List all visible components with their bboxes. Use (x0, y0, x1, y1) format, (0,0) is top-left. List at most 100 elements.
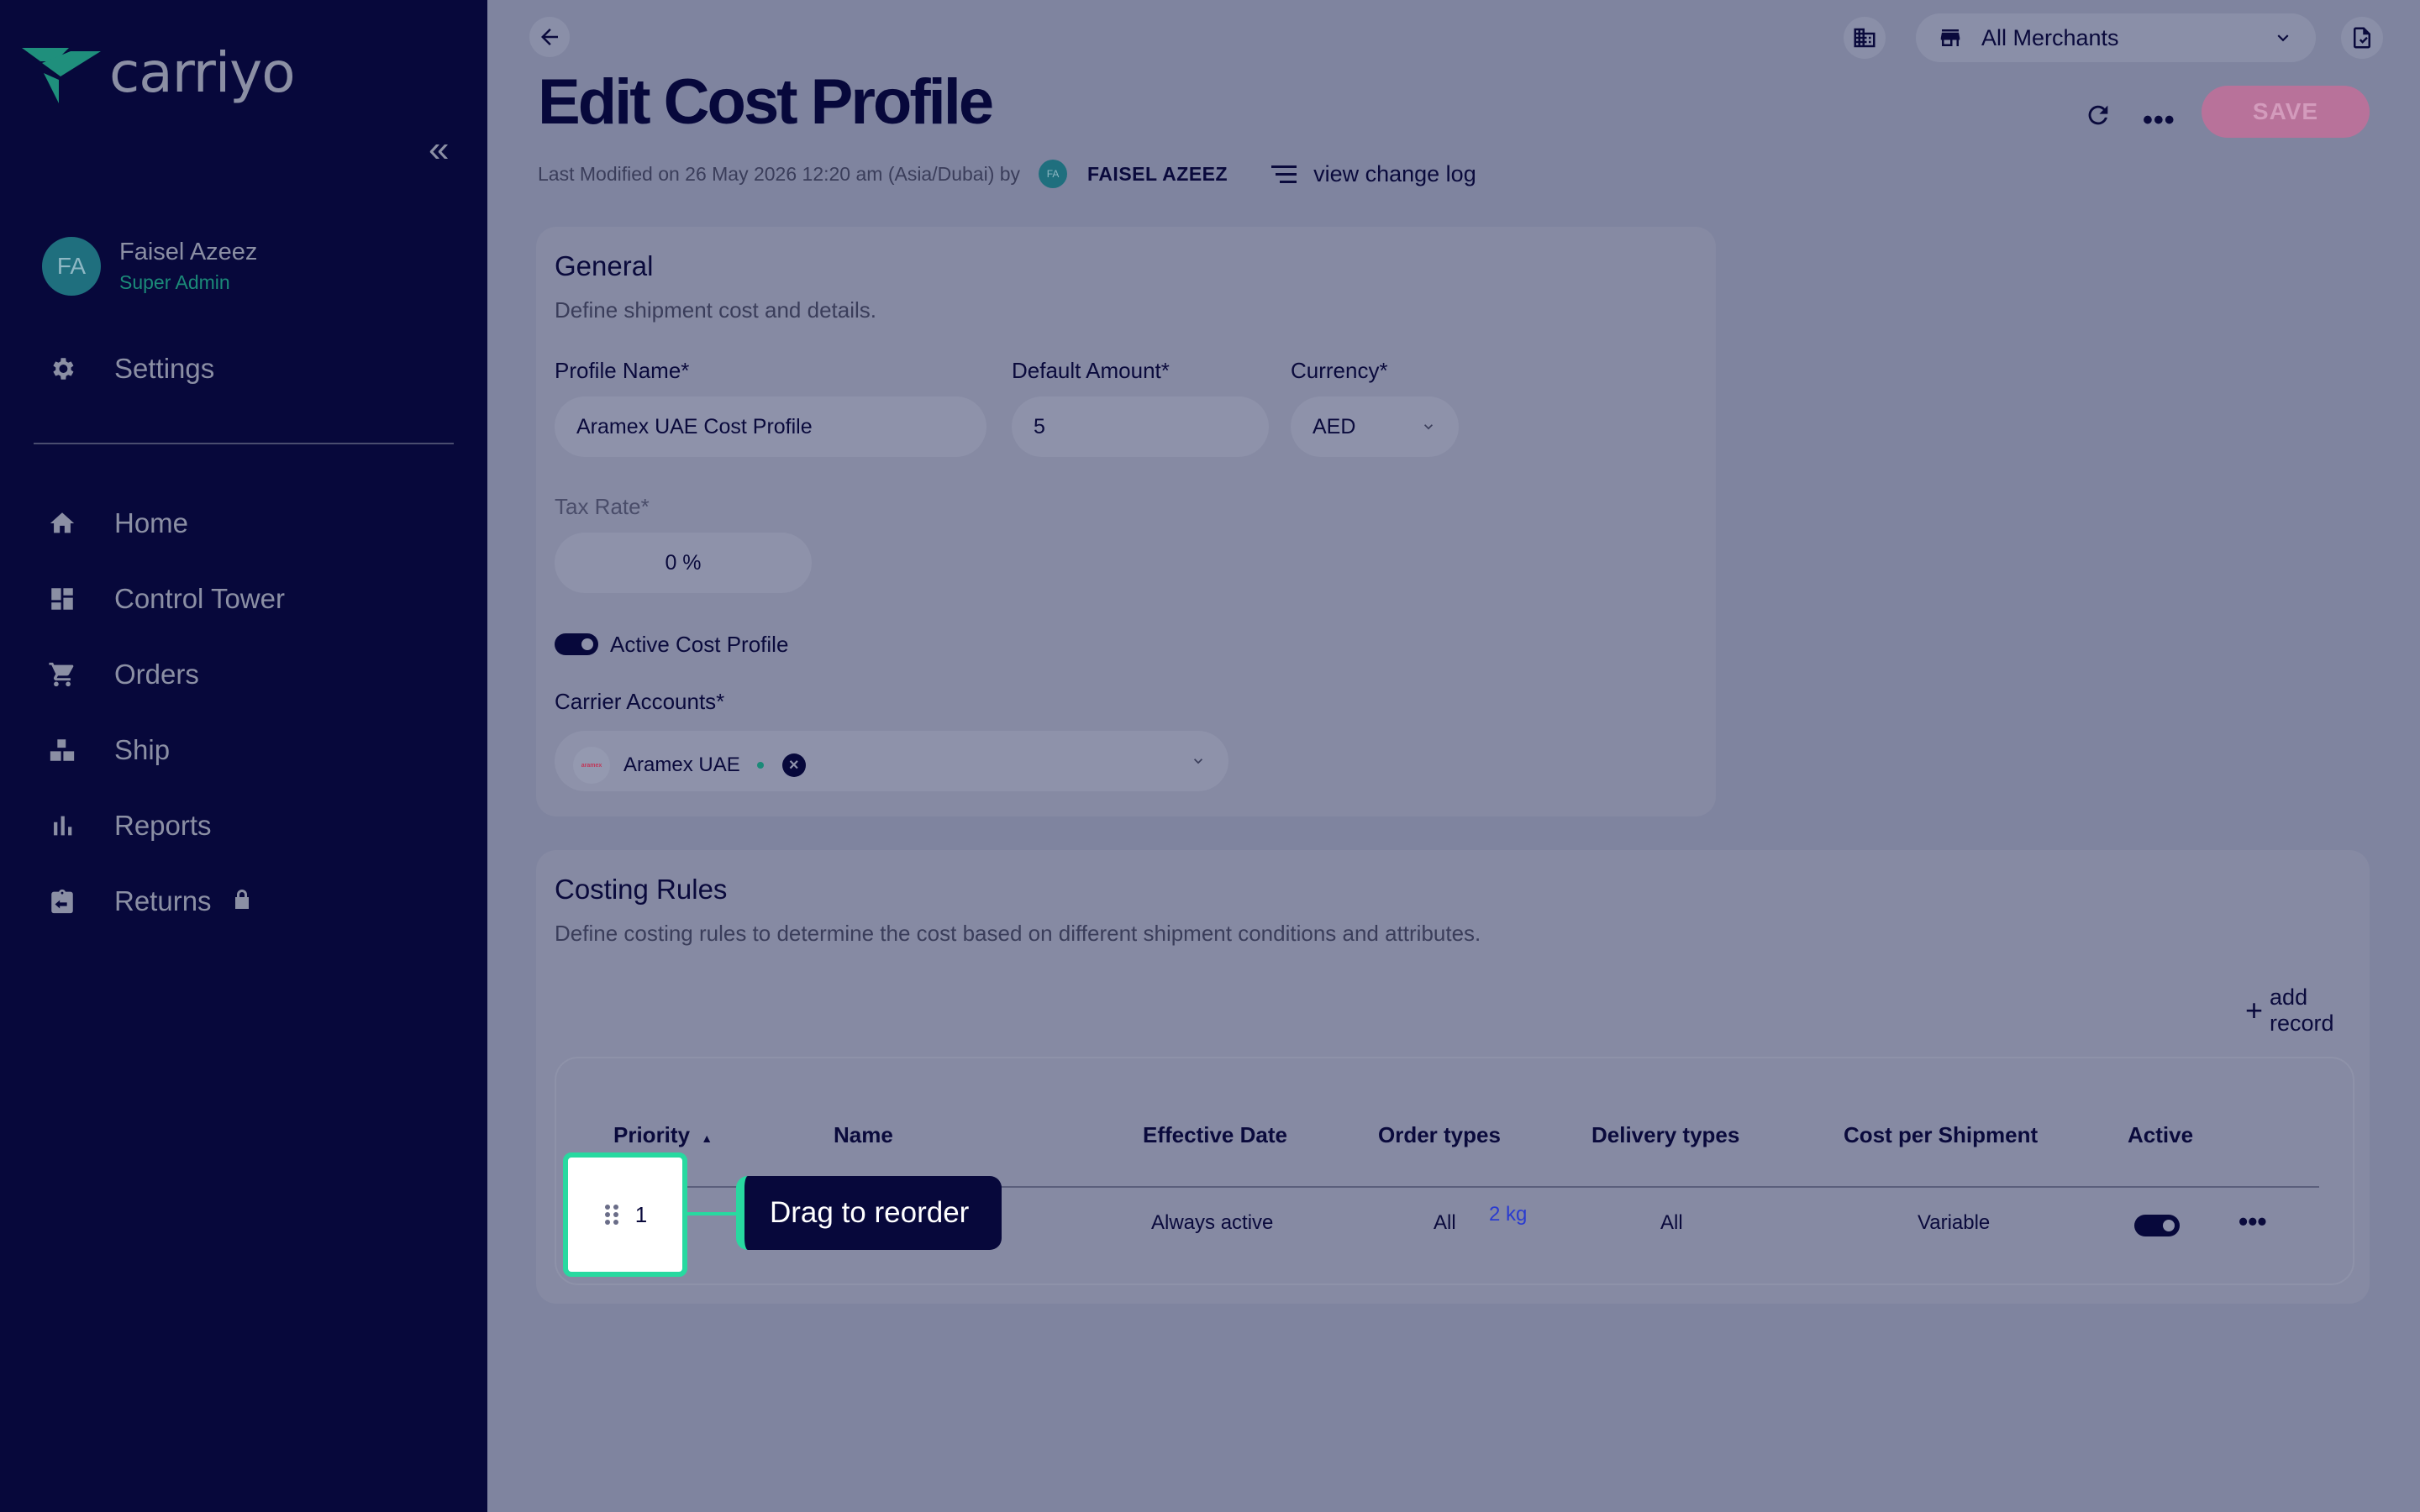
profile-name-input[interactable]: Aramex UAE Cost Profile (555, 396, 986, 457)
merchant-select[interactable]: All Merchants (1916, 13, 2316, 62)
user-role: Super Admin (119, 271, 230, 293)
default-amount-input[interactable]: 5 (1012, 396, 1269, 457)
currency-value: AED (1313, 414, 1356, 438)
currency-select[interactable]: AED (1291, 396, 1459, 457)
refresh-icon (2088, 105, 2108, 125)
building-icon (1854, 28, 1876, 48)
sidebar-item-label: Ship (114, 734, 171, 765)
save-button[interactable]: SAVE (2202, 86, 2370, 138)
sidebar-item-reports[interactable]: Reports (47, 788, 285, 864)
profile-name-label: Profile Name* (555, 358, 690, 383)
main-content: All Merchants Edit Cost Profile ••• SAVE… (487, 0, 2420, 1512)
column-header-order-types[interactable]: Order types (1378, 1122, 1501, 1148)
column-header-delivery-types[interactable]: Delivery types (1591, 1122, 1739, 1148)
dashboard-icon (47, 584, 77, 614)
carrier-accounts-label: Carrier Accounts* (555, 689, 725, 714)
brand-name: carriyo (109, 40, 296, 105)
rules-table: Priority ▲ Name Effective Date Order typ… (555, 1057, 2354, 1285)
cell-cost-per-shipment: Variable (1918, 1211, 1991, 1234)
modified-by-user: FAISEL AZEEZ (1087, 162, 1228, 185)
costing-rules-subtitle: Define costing rules to determine the co… (555, 921, 1481, 946)
sidebar-item-ship[interactable]: Ship (47, 712, 285, 788)
priority-drag-handle-cell[interactable]: 1 (563, 1152, 687, 1277)
general-title: General (555, 250, 654, 281)
sort-asc-icon: ▲ (701, 1131, 713, 1145)
drag-tooltip: Drag to reorder (736, 1176, 1002, 1250)
collapse-sidebar-icon[interactable]: « (429, 131, 459, 168)
tax-rate-input[interactable]: 0 % (555, 533, 812, 593)
lock-icon (232, 889, 252, 915)
sidebar-item-home[interactable]: Home (47, 486, 285, 561)
sidebar-item-control-tower[interactable]: Control Tower (47, 561, 285, 637)
row-active-toggle[interactable] (2134, 1215, 2180, 1236)
add-record-label: add record (2270, 984, 2334, 1036)
organization-button[interactable] (1844, 17, 1886, 59)
change-log-label: view change log (1313, 160, 1476, 186)
avatar: FA (1039, 160, 1068, 188)
tax-rate-label: Tax Rate* (555, 494, 650, 519)
carrier-chip[interactable]: aramex Aramex UAE × (561, 741, 818, 790)
sidebar-item-settings[interactable]: Settings (47, 353, 214, 385)
tooltip-connector (687, 1212, 736, 1215)
active-cost-profile-label: Active Cost Profile (610, 632, 789, 657)
gear-icon (47, 354, 77, 384)
sidebar-item-label: Settings (114, 353, 215, 384)
sidebar-item-orders[interactable]: Orders (47, 637, 285, 712)
general-card: General Define shipment cost and details… (536, 227, 1716, 816)
list-icon (1271, 165, 1297, 183)
document-button[interactable] (2341, 17, 2383, 59)
cell-priority: 1 (634, 1201, 648, 1227)
brand-logo[interactable]: carriyo (22, 40, 296, 105)
view-change-log-link[interactable]: view change log (1271, 161, 1476, 187)
general-subtitle: Define shipment cost and details. (555, 297, 876, 323)
user-name: Faisel Azeez (119, 239, 258, 265)
sidebar-item-label: Control Tower (114, 583, 285, 614)
document-check-icon (2354, 27, 2370, 49)
sidebar-nav: Home Control Tower Orders Ship Reports R… (47, 486, 285, 939)
active-cost-profile-toggle[interactable] (555, 633, 598, 655)
row-more-options-icon[interactable]: ••• (2238, 1206, 2267, 1237)
cell-order-types: All (1434, 1211, 1456, 1234)
chevron-down-icon (2277, 34, 2289, 42)
back-button[interactable] (529, 17, 570, 57)
refresh-button[interactable] (2084, 101, 2112, 134)
carriyo-logo-icon (22, 47, 101, 103)
carrier-chip-label: Aramex UAE (623, 753, 740, 776)
drag-handle-icon (604, 1205, 618, 1225)
plus-icon: + (2245, 993, 2264, 1027)
page-title: Edit Cost Profile (538, 66, 994, 138)
column-header-priority[interactable]: Priority ▲ (613, 1122, 713, 1148)
more-options-icon[interactable]: ••• (2143, 104, 2175, 137)
remove-chip-icon[interactable]: × (781, 753, 806, 777)
sidebar-item-label: Home (114, 507, 189, 538)
bar-chart-icon (47, 811, 77, 841)
home-icon (47, 508, 77, 538)
status-dot (756, 762, 764, 769)
column-header-effective-date[interactable]: Effective Date (1143, 1122, 1287, 1148)
sidebar-item-label: Returns (114, 885, 212, 916)
sidebar-item-returns[interactable]: Returns (47, 864, 285, 939)
last-modified-text: Last Modified on 26 May 2026 12:20 am (A… (538, 162, 1021, 185)
user-profile[interactable]: FA Faisel Azeez Super Admin (42, 237, 257, 296)
cart-icon (47, 659, 77, 690)
sidebar-divider (34, 443, 454, 444)
rule-name-link[interactable]: 2 kg (1489, 1203, 1527, 1226)
sidebar-item-label: Reports (114, 810, 212, 841)
chevron-down-icon (1194, 759, 1202, 764)
cell-delivery-types: All (1660, 1211, 1683, 1234)
costing-rules-title: Costing Rules (555, 874, 728, 905)
last-modified: Last Modified on 26 May 2026 12:20 am (A… (538, 160, 1476, 188)
aramex-logo: aramex (573, 747, 610, 784)
store-icon (1940, 29, 1960, 46)
avatar: FA (42, 237, 101, 296)
arrow-left-icon (541, 29, 558, 45)
default-amount-label: Default Amount* (1012, 358, 1170, 383)
sidebar-item-label: Orders (114, 659, 199, 690)
column-header-name[interactable]: Name (834, 1122, 893, 1148)
currency-label: Currency* (1291, 358, 1388, 383)
column-header-cost-per-shipment[interactable]: Cost per Shipment (1844, 1122, 2038, 1148)
sidebar: carriyo « FA Faisel Azeez Super Admin Se… (0, 0, 487, 1512)
boxes-icon (47, 735, 77, 765)
column-header-active[interactable]: Active (2128, 1122, 2193, 1148)
add-record-button[interactable]: + add record (2245, 984, 2370, 1037)
